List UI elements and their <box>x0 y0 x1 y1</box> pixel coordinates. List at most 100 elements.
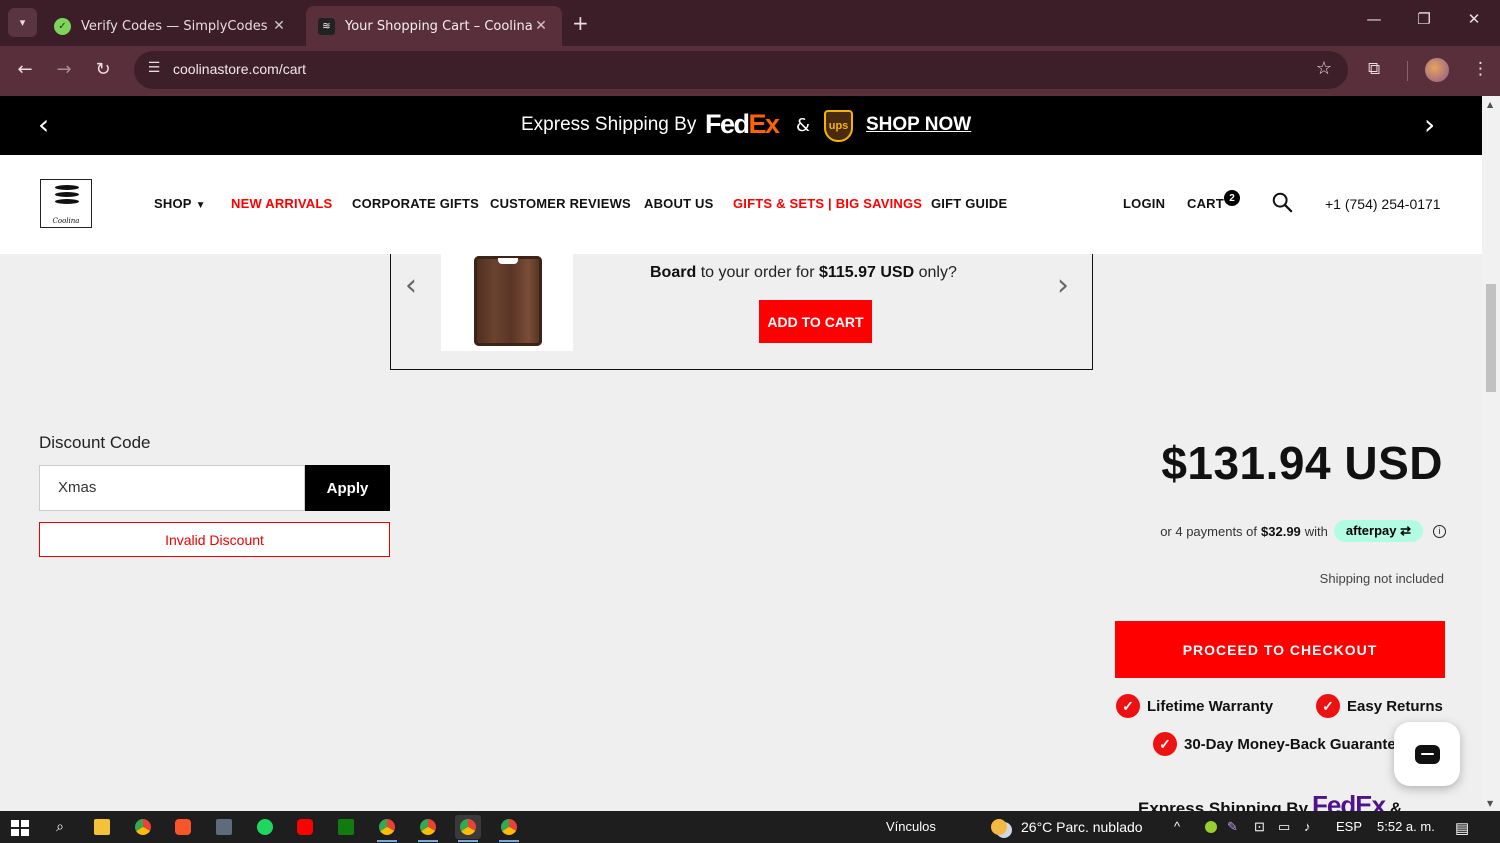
page-scrollbar[interactable]: ▲ ▼ <box>1482 96 1500 811</box>
scroll-up-arrow-icon[interactable]: ▲ <box>1487 100 1493 109</box>
tab-search-button[interactable]: ▾ <box>8 8 37 37</box>
calculator-icon[interactable] <box>211 815 237 839</box>
search-icon[interactable] <box>1271 191 1293 213</box>
page-viewport: ‹ Express Shipping By FedEx & ups SHOP N… <box>0 96 1482 811</box>
spotify-icon[interactable] <box>252 815 278 839</box>
scroll-down-arrow-icon[interactable]: ▼ <box>1487 799 1493 808</box>
nav-shop[interactable]: SHOP ▼ <box>154 196 206 211</box>
tab-simplycodes[interactable]: ✓ Verify Codes — SimplyCodes ✕ <box>42 6 300 46</box>
new-tab-button[interactable]: + <box>572 11 589 35</box>
url-text[interactable]: coolinastore.com/cart <box>173 61 306 77</box>
tab-close-icon[interactable]: ✕ <box>270 18 288 34</box>
upsell-prev-arrow-icon[interactable]: ‹ <box>405 268 417 303</box>
discount-code-label: Discount Code <box>39 433 151 452</box>
tray-expand-icon[interactable]: ^ <box>1174 819 1180 834</box>
product-image[interactable] <box>441 254 573 351</box>
fedex-logo: FedEx <box>705 109 780 139</box>
weather-cloud-icon <box>986 815 1012 839</box>
nav-gifts-sets[interactable]: GIFTS & SETS | BIG SAVINGS <box>733 196 922 211</box>
profile-avatar[interactable] <box>1425 58 1449 82</box>
windows-start-icon[interactable] <box>11 820 29 836</box>
bookmark-star-icon[interactable]: ☆ <box>1316 58 1332 79</box>
forward-arrow-icon[interactable]: → <box>52 59 76 80</box>
taskbar-search-icon[interactable]: ⌕ <box>47 815 73 839</box>
upsell-next-arrow-icon[interactable]: › <box>1057 268 1069 303</box>
promo-text: Express Shipping By <box>521 114 697 135</box>
chrome-profile-2-icon[interactable] <box>415 815 441 842</box>
checkmark-icon: ✓ <box>1153 732 1177 756</box>
language-indicator[interactable]: ESP <box>1336 819 1362 834</box>
scrollbar-thumb[interactable] <box>1486 284 1496 392</box>
afterpay-logo: afterpay ⇄ <box>1333 520 1423 542</box>
notifications-icon[interactable]: ▤ <box>1455 819 1469 837</box>
chrome-icon[interactable] <box>130 815 156 839</box>
fedex-logo: FedEx <box>1312 790 1386 811</box>
invalid-discount-message: Invalid Discount <box>39 522 390 557</box>
more-menu-icon[interactable]: ⋮ <box>1472 59 1489 79</box>
chat-widget-button[interactable] <box>1394 722 1460 786</box>
coolina-logo[interactable]: Coolina <box>40 179 92 228</box>
upsell-message: Board to your order for $115.97 USD only… <box>650 264 957 281</box>
toolbar-divider <box>1407 61 1408 81</box>
youtube-icon[interactable] <box>292 815 318 839</box>
volume-icon[interactable]: ♪ <box>1304 819 1311 834</box>
nav-customer-reviews[interactable]: CUSTOMER REVIEWS <box>490 196 631 211</box>
tab-title: Verify Codes — SimplyCodes <box>81 18 268 34</box>
nav-new-arrivals[interactable]: NEW ARRIVALS <box>231 196 332 211</box>
chat-bubble-icon <box>1414 744 1440 764</box>
nav-gift-guide[interactable]: GIFT GUIDE <box>931 196 1007 211</box>
lifetime-warranty-badge: ✓ Lifetime Warranty <box>1116 694 1273 718</box>
proceed-to-checkout-button[interactable]: PROCEED TO CHECKOUT <box>1115 621 1445 678</box>
cart-count-badge: 2 <box>1224 190 1240 206</box>
shop-now-link[interactable]: SHOP NOW <box>866 114 971 136</box>
chrome-profile-1-icon[interactable] <box>374 815 400 842</box>
weather-text[interactable]: 26°C Parc. nublado <box>1021 819 1143 835</box>
checkmark-icon: ✓ <box>1116 694 1140 718</box>
extensions-icon[interactable]: ⧉ <box>1368 59 1380 79</box>
back-arrow-icon[interactable]: ← <box>13 59 37 80</box>
tray-pen-icon[interactable]: ✎ <box>1227 819 1238 835</box>
browser-toolbar: ← → ↻ ☰ coolinastore.com/cart ☆ ⧉ ⋮ <box>0 46 1500 96</box>
tab-coolina-cart[interactable]: ≋ Your Shopping Cart – Coolina ✕ <box>306 6 562 46</box>
minimize-button[interactable]: — <box>1354 10 1394 28</box>
info-icon[interactable]: i <box>1433 524 1446 538</box>
phone-number[interactable]: +1 (754) 254-0171 <box>1325 196 1441 212</box>
login-link[interactable]: LOGIN <box>1123 196 1165 211</box>
nav-corporate-gifts[interactable]: CORPORATE GIFTS <box>352 196 479 211</box>
address-bar[interactable]: ☰ coolinastore.com/cart ☆ <box>134 51 1348 89</box>
add-to-cart-button[interactable]: ADD TO CART <box>759 300 872 343</box>
nav-about-us[interactable]: ABOUT US <box>644 196 714 211</box>
upsell-carousel: ‹ Board to your order for $115.97 USD on… <box>390 254 1093 370</box>
brave-icon[interactable] <box>170 815 196 839</box>
reload-icon[interactable]: ↻ <box>91 59 115 80</box>
restore-button[interactable]: ❐ <box>1404 10 1444 28</box>
tray-meet-icon[interactable]: ⊡ <box>1254 819 1265 835</box>
promo-next-arrow-icon[interactable]: › <box>1424 108 1435 141</box>
apply-discount-button[interactable]: Apply <box>305 465 390 511</box>
site-header: Coolina SHOP ▼ NEW ARRIVALS CORPORATE GIF… <box>0 155 1482 254</box>
windows-taskbar: ⌕ Vínculos 26°C Parc. nublado ^ ✎ ⊡ ▭ ♪ … <box>0 811 1500 843</box>
discount-code-input[interactable]: Xmas <box>39 465 305 511</box>
clock[interactable]: 5:52 a. m. <box>1377 819 1435 834</box>
chrome-profile-4-icon[interactable] <box>496 815 522 842</box>
network-icon[interactable]: ▭ <box>1278 819 1290 835</box>
ups-logo: ups <box>824 110 853 142</box>
cart-link[interactable]: CART <box>1187 196 1224 211</box>
express-shipping-footer: Express Shipping By FedEx & <box>1138 790 1402 811</box>
cutting-board-image <box>474 256 542 346</box>
tab-title: Your Shopping Cart – Coolina <box>345 18 532 34</box>
chrome-profile-3-icon[interactable] <box>455 815 481 842</box>
tray-app-icon[interactable] <box>1198 815 1224 839</box>
checkmark-icon: ✓ <box>1316 694 1340 718</box>
afterpay-info: or 4 payments of $32.99 with afterpay ⇄ … <box>1160 520 1446 542</box>
promo-prev-arrow-icon[interactable]: ‹ <box>38 108 49 141</box>
logo-word: Coolina <box>52 217 80 225</box>
links-toolbar[interactable]: Vínculos <box>886 819 936 834</box>
close-window-button[interactable]: ✕ <box>1454 10 1494 28</box>
simplycodes-favicon-icon: ✓ <box>54 17 71 35</box>
shipping-note: Shipping not included <box>1319 571 1444 586</box>
site-settings-icon[interactable]: ☰ <box>144 60 164 80</box>
tab-close-icon[interactable]: ✕ <box>532 18 550 34</box>
xbox-icon[interactable] <box>333 815 359 839</box>
file-explorer-icon[interactable] <box>89 815 115 839</box>
